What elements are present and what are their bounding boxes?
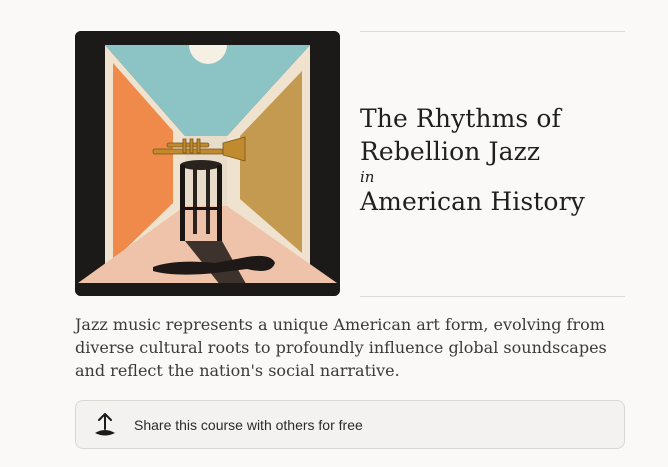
title-line-1: The Rhythms of (360, 104, 561, 133)
share-label: Share this course with others for free (134, 416, 363, 433)
share-upload-icon (92, 412, 118, 438)
divider-top (360, 31, 625, 32)
course-cover-image (75, 31, 340, 296)
title-line-2: Rebellion Jazz (360, 137, 541, 166)
course-description: Jazz music represents a unique American … (75, 315, 607, 380)
share-course-button[interactable]: Share this course with others for free (75, 400, 625, 449)
divider-bottom (360, 296, 625, 297)
course-title: The Rhythms of Rebellion Jazz in America… (360, 102, 660, 218)
title-line-3: American History (360, 187, 585, 216)
